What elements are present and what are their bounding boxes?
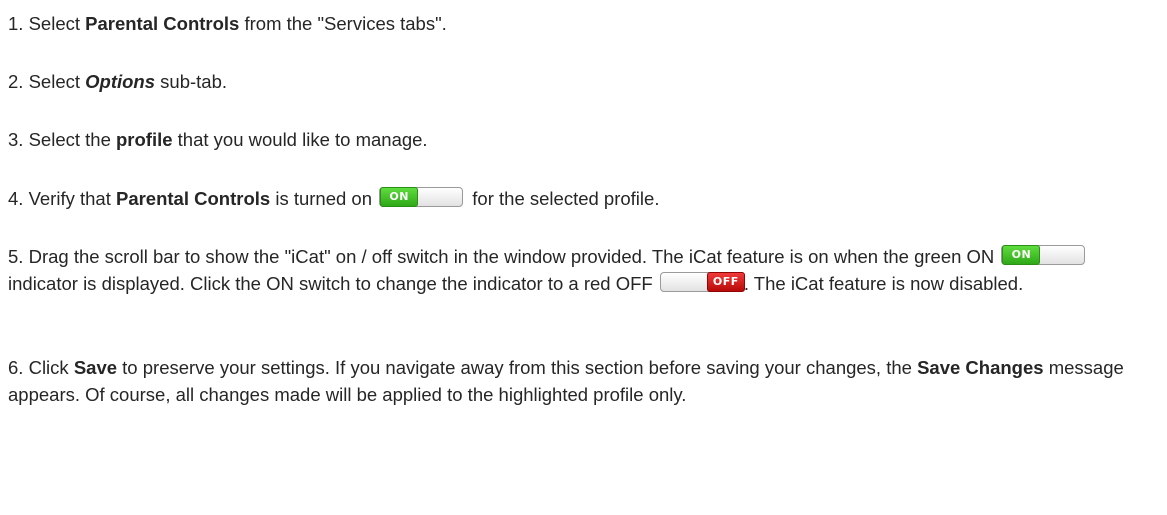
step-emphasis: profile (116, 129, 173, 150)
toggle-off-label: OFF (706, 272, 745, 292)
step-emphasis: Save Changes (917, 357, 1044, 378)
step-4: 4. Verify that Parental Controls is turn… (8, 185, 1158, 212)
step-text: Select (28, 13, 80, 34)
step-5: 5. Drag the scroll bar to show the "iCat… (8, 243, 1158, 297)
step-text: Select (28, 71, 80, 92)
step-text: sub-tab. (160, 71, 228, 92)
step-3: 3. Select the profile that you would lik… (8, 126, 1158, 153)
step-text: . The iCat feature is now disabled. (743, 273, 1024, 294)
step-2: 2. Select Options sub-tab. (8, 68, 1158, 95)
toggle-on-label: ON (1002, 245, 1041, 265)
step-text: for the selected profile. (472, 188, 660, 209)
on-toggle-icon: ON (379, 187, 464, 207)
step-number: 1. (8, 13, 24, 34)
toggle-on-label: ON (380, 187, 419, 207)
step-6: 6. Click Save to preserve your settings.… (8, 354, 1158, 408)
step-number: 5. (8, 246, 24, 267)
step-text: Select the (28, 129, 111, 150)
step-number: 6. (8, 357, 24, 378)
step-emphasis: Save (73, 357, 118, 378)
step-text: indicator is displayed. Click the ON swi… (8, 273, 653, 294)
off-toggle-icon: OFF (659, 272, 745, 292)
step-emphasis: Parental Controls (85, 13, 240, 34)
step-number: 3. (8, 129, 24, 150)
step-text: that you would like to manage. (177, 129, 428, 150)
step-number: 2. (8, 71, 24, 92)
step-1: 1. Select Parental Controls from the "Se… (8, 10, 1158, 37)
step-text: Drag the scroll bar to show the "iCat" o… (28, 246, 995, 267)
step-emphasis: Parental Controls (115, 188, 271, 209)
step-text: Verify that (28, 188, 111, 209)
step-number: 4. (8, 188, 24, 209)
step-text: from the "Services tabs". (244, 13, 447, 34)
on-toggle-icon: ON (1001, 245, 1086, 265)
step-emphasis: Options (85, 71, 156, 92)
instruction-list: 1. Select Parental Controls from the "Se… (0, 0, 1167, 515)
step-text: to preserve your settings. If you naviga… (122, 357, 912, 378)
step-text: Click (28, 357, 69, 378)
step-text: is turned on (275, 188, 373, 209)
